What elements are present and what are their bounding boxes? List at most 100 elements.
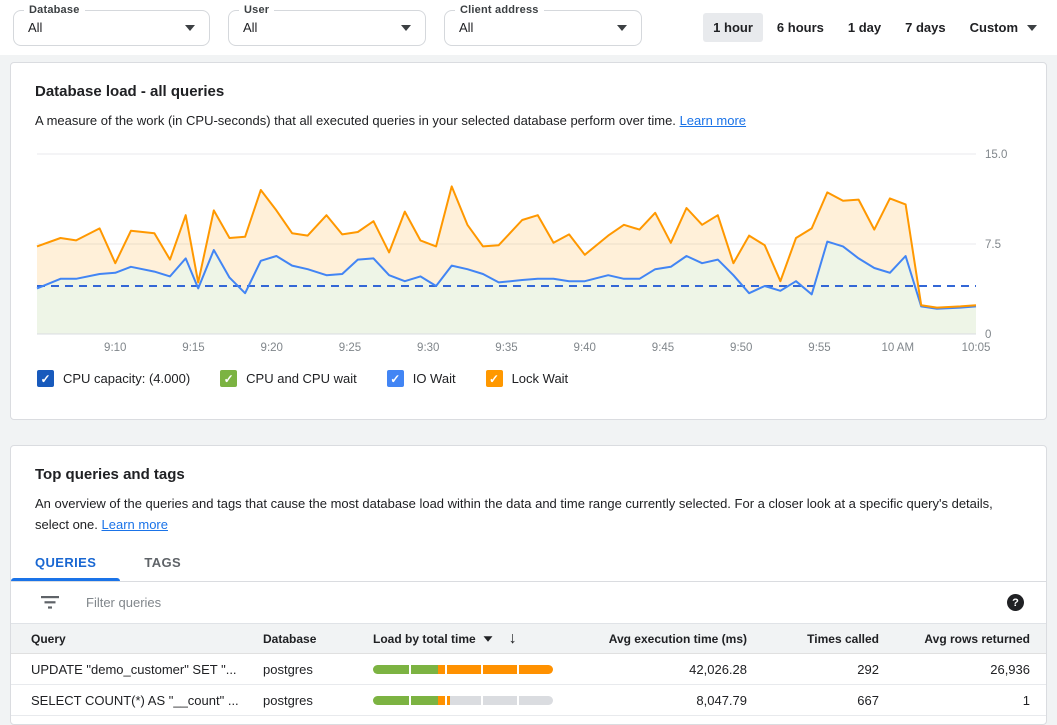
user-select[interactable]: User All — [228, 10, 426, 46]
learn-more-link[interactable]: Learn more — [102, 517, 168, 532]
load-by-total-time-bar — [373, 696, 553, 705]
time-range-custom[interactable]: Custom — [960, 13, 1041, 42]
query-cell: UPDATE "demo_customer" SET "... — [11, 662, 263, 677]
load-bar-divider — [481, 665, 483, 674]
y-axis-label: 0 — [985, 329, 991, 341]
times-called-cell: 667 — [747, 693, 879, 708]
queries-card-title: Top queries and tags — [35, 466, 1022, 483]
load-bar-divider — [409, 696, 411, 705]
filter-queries-input[interactable] — [84, 594, 1007, 611]
load-segment-green — [373, 696, 438, 705]
chart-legend: ✓CPU capacity: (4.000)✓CPU and CPU wait✓… — [35, 370, 1022, 387]
x-axis-label: 9:45 — [652, 342, 674, 354]
legend-label: Lock Wait — [512, 371, 569, 386]
chevron-down-icon — [401, 25, 411, 31]
database-cell: postgres — [263, 693, 373, 708]
x-axis-label: 9:10 — [104, 342, 126, 354]
filter-bar: Database All User All Client address All… — [0, 0, 1057, 55]
database-select-value: All — [28, 20, 42, 35]
column-header-times-called[interactable]: Times called — [747, 632, 879, 646]
query-filter-row: ? — [11, 582, 1046, 624]
chevron-down-icon[interactable] — [483, 636, 492, 641]
column-header-load-by-total-time[interactable]: Load by total time ↓ — [373, 630, 591, 648]
chevron-down-icon — [185, 25, 195, 31]
client-address-select-value: All — [459, 20, 473, 35]
table-row[interactable]: SELECT COUNT(*) AS "__count" ...postgres… — [11, 685, 1046, 716]
queries-table-header: Query Database Load by total time ↓ Avg … — [11, 624, 1046, 654]
help-icon[interactable]: ? — [1007, 594, 1024, 611]
column-header-query[interactable]: Query — [11, 632, 263, 646]
load-segment-orange — [438, 665, 553, 674]
load-bar-divider — [517, 665, 519, 674]
load-bar-cell — [373, 665, 591, 674]
time-range-selector: 1 hour6 hours1 day7 days Custom — [703, 13, 1041, 42]
user-select-label: User — [239, 4, 274, 16]
load-bar-divider — [445, 696, 447, 705]
legend-checkbox-checked-icon[interactable]: ✓ — [37, 370, 54, 387]
x-axis-label: 9:35 — [495, 342, 517, 354]
load-segment-green — [373, 665, 438, 674]
column-header-avg-execution-time[interactable]: Avg execution time (ms) — [591, 632, 747, 646]
load-card-description: A measure of the work (in CPU-seconds) t… — [35, 110, 1022, 131]
x-axis-label: 9:20 — [261, 342, 283, 354]
x-axis-label: 9:30 — [417, 342, 439, 354]
column-header-database[interactable]: Database — [263, 632, 373, 646]
legend-item-0[interactable]: ✓ CPU capacity: (4.000) — [37, 370, 190, 387]
y-axis-label: 7.5 — [985, 239, 1001, 251]
legend-label: CPU and CPU wait — [246, 371, 357, 386]
x-axis-label: 10 AM — [881, 342, 914, 354]
load-bar-divider — [445, 665, 447, 674]
legend-item-2[interactable]: ✓ IO Wait — [387, 370, 456, 387]
x-axis-label: 9:25 — [339, 342, 361, 354]
tab-queries[interactable]: QUERIES — [11, 543, 120, 581]
x-axis-label: 10:05 — [962, 342, 991, 354]
load-bar-divider — [481, 696, 483, 705]
time-range-6-hours[interactable]: 6 hours — [767, 13, 834, 42]
load-bar-divider — [409, 665, 411, 674]
learn-more-link[interactable]: Learn more — [680, 113, 746, 128]
time-range-7-days[interactable]: 7 days — [895, 13, 955, 42]
top-queries-card: Top queries and tags An overview of the … — [10, 445, 1047, 725]
client-address-select-label: Client address — [455, 4, 544, 16]
load-bar-cell — [373, 696, 591, 705]
filter-icon — [41, 596, 59, 609]
column-header-avg-rows-returned[interactable]: Avg rows returned — [879, 632, 1030, 646]
x-axis-label: 9:15 — [182, 342, 204, 354]
database-load-chart[interactable]: 15.0 7.5 0 9:10 9:15 9:20 9:25 9:30 9:35 9:40 9:45… — [35, 143, 1025, 358]
avg-execution-time-cell: 8,047.79 — [591, 693, 747, 708]
database-load-card: Database load - all queries A measure of… — [10, 62, 1047, 420]
avg-rows-returned-cell: 1 — [879, 693, 1030, 708]
chevron-down-icon — [617, 25, 627, 31]
load-by-total-time-bar — [373, 665, 553, 674]
table-row[interactable]: UPDATE "demo_customer" SET "...postgres4… — [11, 654, 1046, 685]
sort-descending-icon[interactable]: ↓ — [509, 630, 517, 648]
database-select[interactable]: Database All — [13, 10, 210, 46]
tab-tags[interactable]: TAGS — [120, 543, 205, 581]
legend-checkbox-checked-icon[interactable]: ✓ — [387, 370, 404, 387]
legend-item-3[interactable]: ✓ Lock Wait — [486, 370, 569, 387]
query-cell: SELECT COUNT(*) AS "__count" ... — [11, 693, 263, 708]
load-bar-divider — [517, 696, 519, 705]
client-address-select[interactable]: Client address All — [444, 10, 642, 46]
user-select-value: All — [243, 20, 257, 35]
y-axis-label: 15.0 — [985, 149, 1007, 161]
times-called-cell: 292 — [747, 662, 879, 677]
legend-checkbox-checked-icon[interactable]: ✓ — [220, 370, 237, 387]
load-segment-gray — [450, 696, 553, 705]
queries-table-body: UPDATE "demo_customer" SET "...postgres4… — [11, 654, 1046, 716]
legend-label: CPU capacity: (4.000) — [63, 371, 190, 386]
x-axis-label: 9:50 — [730, 342, 752, 354]
custom-label: Custom — [970, 20, 1018, 35]
time-range-1-day[interactable]: 1 day — [838, 13, 891, 42]
legend-item-1[interactable]: ✓ CPU and CPU wait — [220, 370, 357, 387]
time-range-1-hour[interactable]: 1 hour — [703, 13, 763, 42]
database-select-label: Database — [24, 4, 85, 16]
legend-checkbox-checked-icon[interactable]: ✓ — [486, 370, 503, 387]
chevron-down-icon — [1027, 25, 1037, 31]
queries-tags-tabs: QUERIESTAGS — [11, 543, 1046, 582]
load-card-title: Database load - all queries — [35, 83, 1022, 100]
x-axis-label: 9:40 — [574, 342, 596, 354]
avg-rows-returned-cell: 26,936 — [879, 662, 1030, 677]
legend-label: IO Wait — [413, 371, 456, 386]
x-axis-label: 9:55 — [808, 342, 830, 354]
